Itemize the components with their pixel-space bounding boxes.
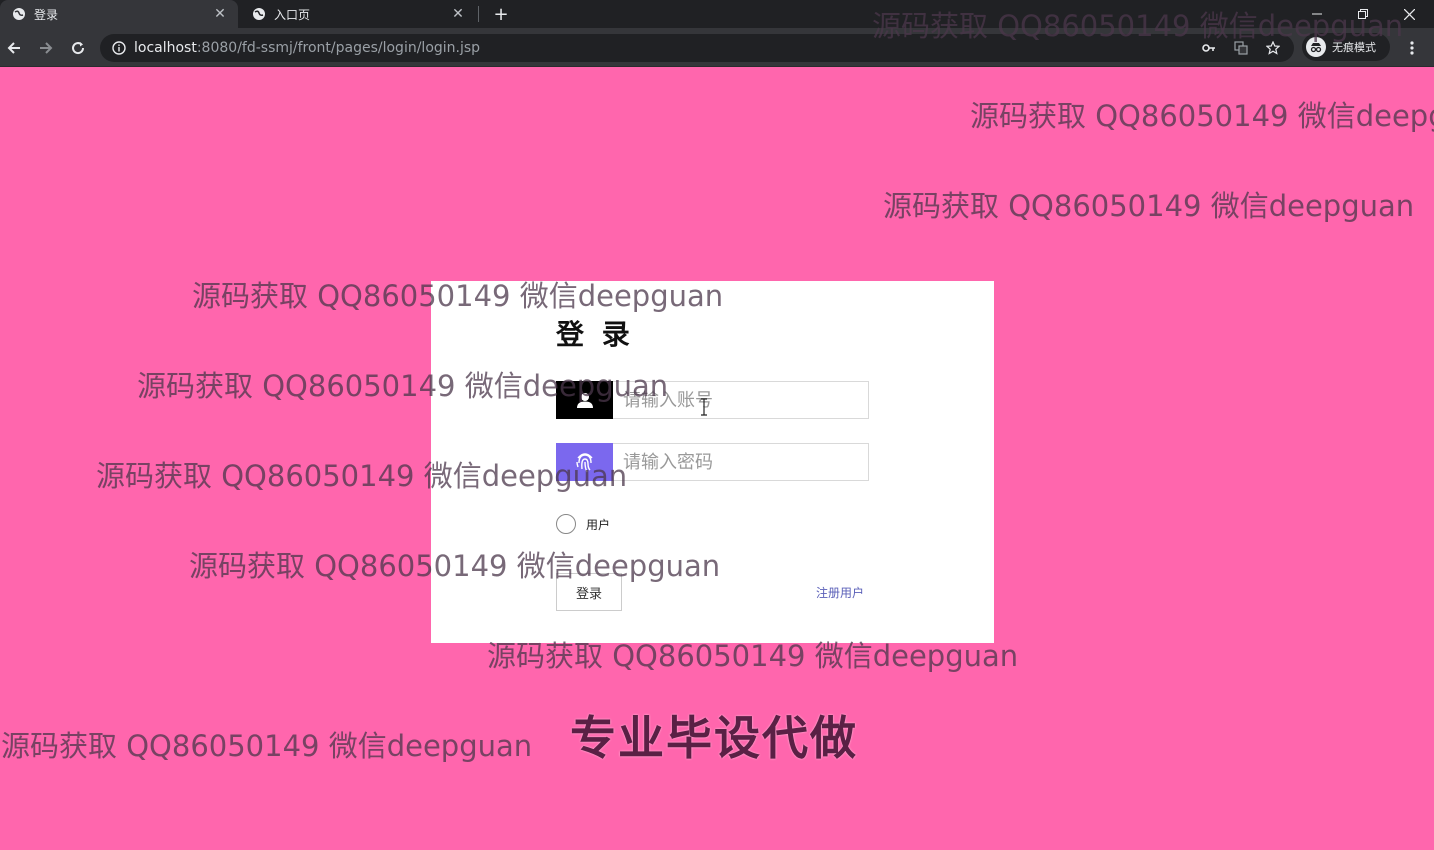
- translate-icon[interactable]: [1234, 41, 1248, 55]
- login-title: 登 录: [556, 318, 634, 351]
- back-arrow-icon[interactable]: [2, 36, 26, 60]
- incognito-badge[interactable]: 无痕模式: [1302, 33, 1390, 61]
- reload-icon[interactable]: [66, 36, 90, 60]
- close-icon[interactable]: ✕: [210, 4, 230, 24]
- tab-strip: 登录 ✕ 入口页 ✕ +: [0, 0, 1434, 28]
- password-input[interactable]: [613, 443, 869, 481]
- user-icon: [556, 381, 613, 419]
- login-button[interactable]: 登录: [556, 573, 622, 611]
- close-window-icon[interactable]: [1386, 0, 1432, 28]
- tab-login[interactable]: 登录 ✕: [0, 0, 238, 28]
- browser-toolbar: localhost:8080/fd-ssmj/front/pages/login…: [0, 28, 1434, 67]
- address-bar[interactable]: localhost:8080/fd-ssmj/front/pages/login…: [100, 34, 1294, 62]
- bookmark-star-icon[interactable]: [1266, 41, 1280, 55]
- watermark: 源码获取 QQ86050149 微信deepguan: [970, 99, 1434, 133]
- url-host: localhost: [134, 40, 197, 56]
- globe-icon: [252, 7, 266, 21]
- incognito-icon: [1306, 37, 1326, 57]
- radio-button[interactable]: [556, 514, 576, 534]
- role-label: 用户: [586, 517, 611, 532]
- close-icon[interactable]: ✕: [448, 4, 468, 24]
- minimize-icon[interactable]: [1294, 0, 1340, 28]
- tab-entry[interactable]: 入口页 ✕: [240, 0, 476, 28]
- key-icon[interactable]: [1202, 41, 1216, 55]
- watermark: 源码获取 QQ86050149 微信deepguan: [883, 189, 1415, 223]
- tab-title: 登录: [34, 7, 59, 22]
- tab-divider: [478, 6, 479, 22]
- restore-icon[interactable]: [1340, 0, 1386, 28]
- url-path: :8080/fd-ssmj/front/pages/login/login.js…: [196, 40, 481, 56]
- password-field-group: [556, 443, 869, 481]
- globe-icon: [12, 7, 26, 21]
- promo-banner: 专业毕设代做: [570, 711, 858, 765]
- tab-title: 入口页: [274, 7, 311, 22]
- forward-arrow-icon[interactable]: [34, 36, 58, 60]
- register-link[interactable]: 注册用户: [816, 584, 864, 601]
- more-menu-icon[interactable]: [1400, 36, 1424, 60]
- username-field-group: [556, 381, 869, 419]
- new-tab-button[interactable]: +: [490, 3, 512, 25]
- watermark: 源码获取 QQ86050149 微信deepguan: [1, 729, 533, 763]
- incognito-label: 无痕模式: [1332, 41, 1376, 54]
- username-input[interactable]: [613, 381, 869, 419]
- text-cursor-icon: [701, 398, 707, 416]
- login-card: 登 录 用户 登录 注册用户: [431, 281, 994, 643]
- info-icon[interactable]: [112, 41, 126, 55]
- fingerprint-icon: [556, 443, 613, 481]
- role-radio-user[interactable]: 用户: [556, 514, 610, 534]
